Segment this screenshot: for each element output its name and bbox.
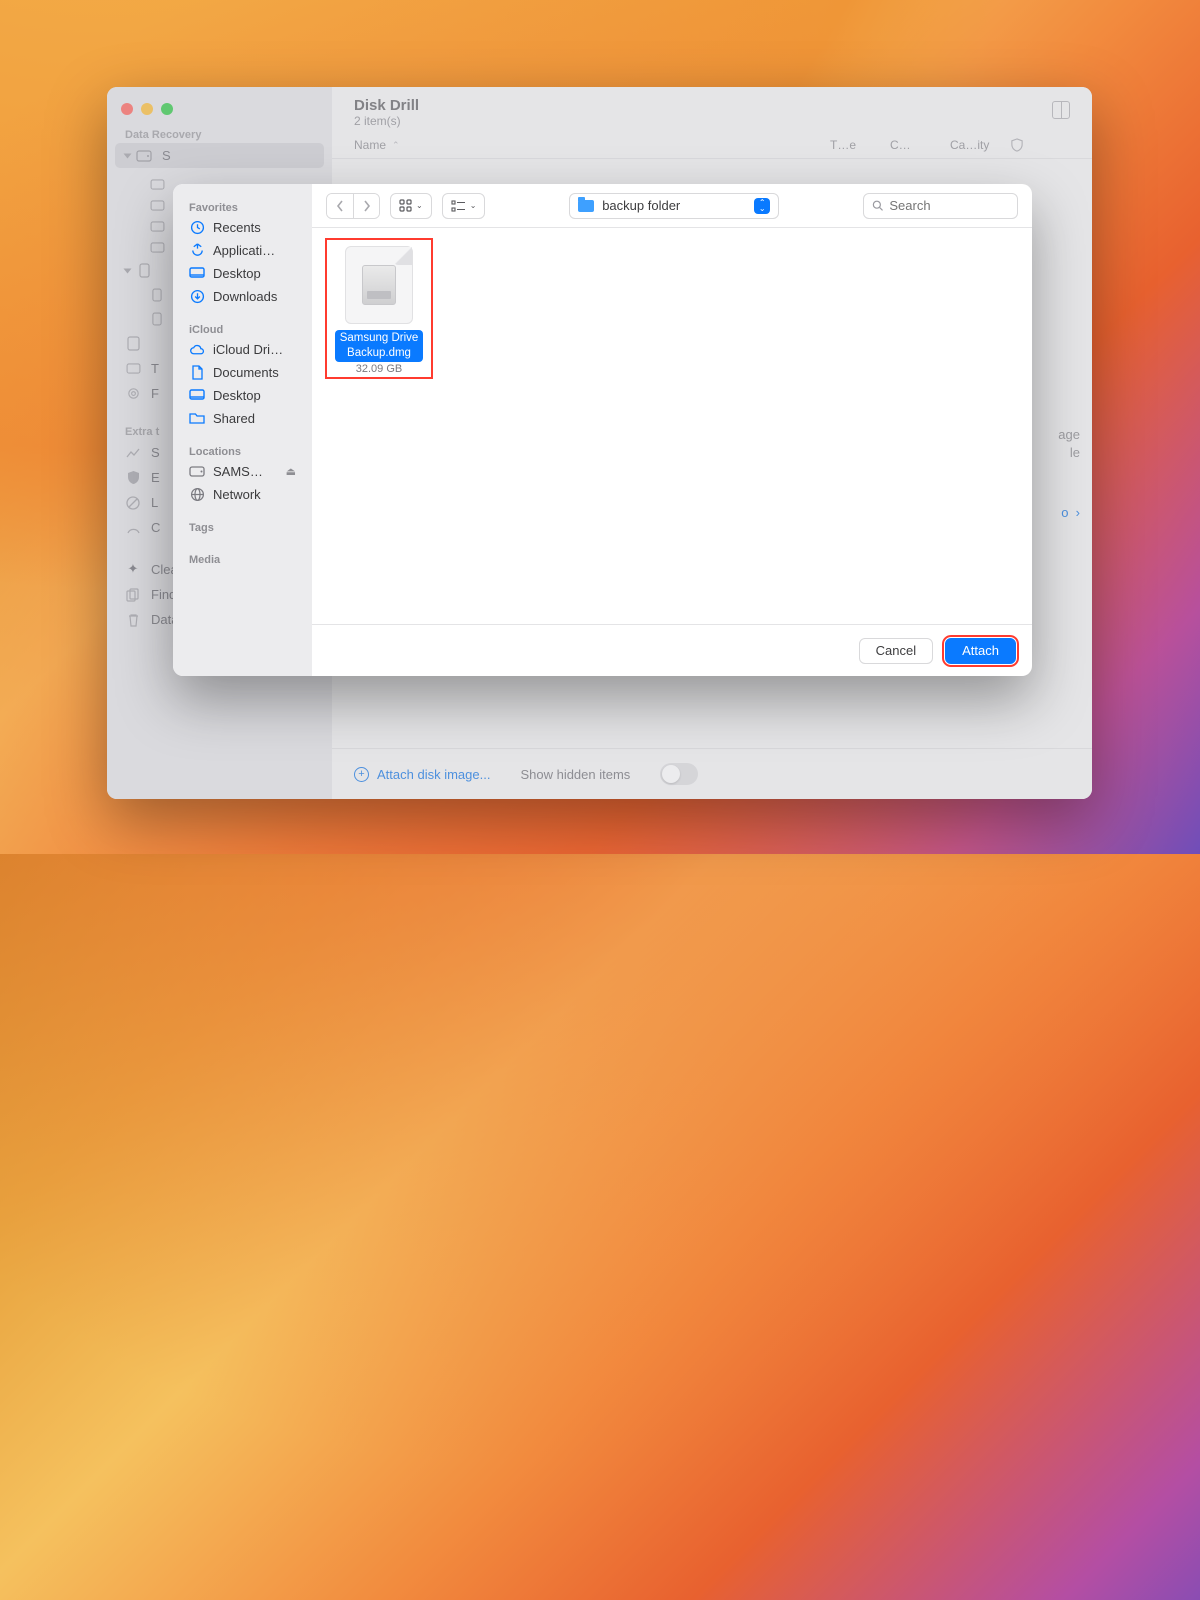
file-size-label: 32.09 GB — [329, 363, 429, 375]
location-label: backup folder — [602, 198, 680, 213]
column-headers: Name⌃ T…e C… Ca…ity — [332, 134, 1092, 159]
dialog-file-area[interactable]: Samsung DriveBackup.dmg 32.09 GB — [312, 228, 1032, 624]
gauge-icon — [125, 521, 141, 535]
shield-icon — [1010, 138, 1024, 152]
dialog-footer: Cancel Attach — [312, 624, 1032, 676]
nav-back-button[interactable] — [327, 194, 353, 218]
sidebar-section-recovery: Data Recovery — [107, 125, 332, 143]
peek-link[interactable]: o › — [1061, 505, 1080, 520]
attach-button[interactable]: Attach — [945, 638, 1016, 664]
cloud-icon — [189, 344, 205, 356]
drive-icon — [149, 242, 165, 253]
drive-icon — [149, 179, 165, 190]
search-input[interactable] — [889, 198, 1009, 213]
view-mode-group-button[interactable]: ⌄ — [442, 193, 486, 219]
peek-text: age — [1058, 427, 1080, 442]
phone-icon — [149, 312, 165, 326]
show-hidden-label: Show hidden items — [520, 767, 630, 782]
no-icon — [125, 496, 141, 510]
chart-icon — [125, 446, 141, 460]
sidebar-heading-media: Media — [181, 550, 304, 568]
file-name-label: Samsung DriveBackup.dmg — [335, 330, 424, 362]
trash-icon — [125, 613, 141, 627]
shield-icon — [125, 470, 141, 485]
sidebar-item-downloads[interactable]: Downloads — [181, 285, 304, 308]
sidebar-heading-tags: Tags — [181, 518, 304, 536]
close-window-button[interactable] — [121, 103, 133, 115]
chevron-down-icon — [124, 153, 132, 158]
folder-icon — [578, 200, 594, 212]
minimize-window-button[interactable] — [141, 103, 153, 115]
sidebar-item-recents[interactable]: Recents — [181, 216, 304, 239]
download-icon — [189, 289, 205, 304]
dmg-file-icon — [345, 246, 413, 324]
dialog-toolbar: ⌄ ⌄ backup folder ⌃⌄ — [312, 184, 1032, 228]
peek-text: le — [1070, 445, 1080, 460]
file-item-selected[interactable]: Samsung DriveBackup.dmg 32.09 GB — [329, 242, 429, 375]
plus-circle-icon: + — [354, 767, 369, 782]
sidebar-heading-locations: Locations — [181, 442, 304, 460]
sidebar-item-desktop-icloud[interactable]: Desktop — [181, 384, 304, 407]
sparkle-icon: ✦ — [125, 561, 141, 577]
updown-icon: ⌃⌄ — [754, 198, 770, 214]
window-controls — [107, 97, 332, 125]
app-subtitle: 2 item(s) — [354, 114, 419, 128]
app-footer: + Attach disk image... Show hidden items — [332, 748, 1092, 799]
phone-icon — [136, 263, 152, 278]
book-icon[interactable] — [1052, 101, 1070, 119]
nav-back-forward — [326, 193, 380, 219]
drive-icon — [149, 221, 165, 232]
attach-disk-image-link[interactable]: + Attach disk image... — [354, 767, 490, 782]
file-open-dialog: Favorites Recents Applicati… Desktop Dow… — [173, 184, 1032, 676]
drive-icon — [189, 466, 205, 477]
gear-icon — [125, 386, 141, 401]
sidebar-item-applications[interactable]: Applicati… — [181, 239, 304, 262]
search-field[interactable] — [863, 193, 1018, 219]
location-dropdown[interactable]: backup folder ⌃⌄ — [569, 193, 779, 219]
drive-icon — [125, 363, 141, 374]
clock-icon — [189, 220, 205, 235]
sidebar-heading-icloud: iCloud — [181, 320, 304, 338]
desktop-icon — [189, 389, 205, 402]
document-icon — [189, 365, 205, 380]
sidebar-item-icloud-drive[interactable]: iCloud Dri… — [181, 338, 304, 361]
sidebar-item-documents[interactable]: Documents — [181, 361, 304, 384]
sidebar-item-storage[interactable]: S — [115, 143, 324, 168]
eject-icon[interactable]: ⏏ — [286, 465, 296, 478]
show-hidden-toggle[interactable] — [660, 763, 698, 785]
sidebar-item-desktop[interactable]: Desktop — [181, 262, 304, 285]
drive-icon — [149, 200, 165, 211]
phone-icon — [149, 288, 165, 302]
desktop-icon — [189, 267, 205, 280]
shared-folder-icon — [189, 412, 205, 425]
app-title: Disk Drill — [354, 97, 419, 114]
sidebar-heading-favorites: Favorites — [181, 198, 304, 216]
maximize-window-button[interactable] — [161, 103, 173, 115]
drive-icon — [136, 150, 152, 162]
globe-icon — [189, 487, 205, 502]
sidebar-item-shared[interactable]: Shared — [181, 407, 304, 430]
nav-forward-button[interactable] — [353, 194, 379, 218]
dialog-main: ⌄ ⌄ backup folder ⌃⌄ Samsung DriveBackup… — [312, 184, 1032, 676]
cancel-button[interactable]: Cancel — [859, 638, 933, 664]
dialog-sidebar: Favorites Recents Applicati… Desktop Dow… — [173, 184, 312, 676]
applications-icon — [189, 243, 205, 258]
sidebar-item-external-drive[interactable]: SAMS…⏏ — [181, 460, 304, 483]
sidebar-item-network[interactable]: Network — [181, 483, 304, 506]
view-mode-icons-button[interactable]: ⌄ — [390, 193, 432, 219]
copy-icon — [125, 588, 141, 602]
tablet-icon — [125, 336, 141, 351]
chevron-down-icon — [124, 268, 132, 273]
search-icon — [872, 199, 883, 212]
